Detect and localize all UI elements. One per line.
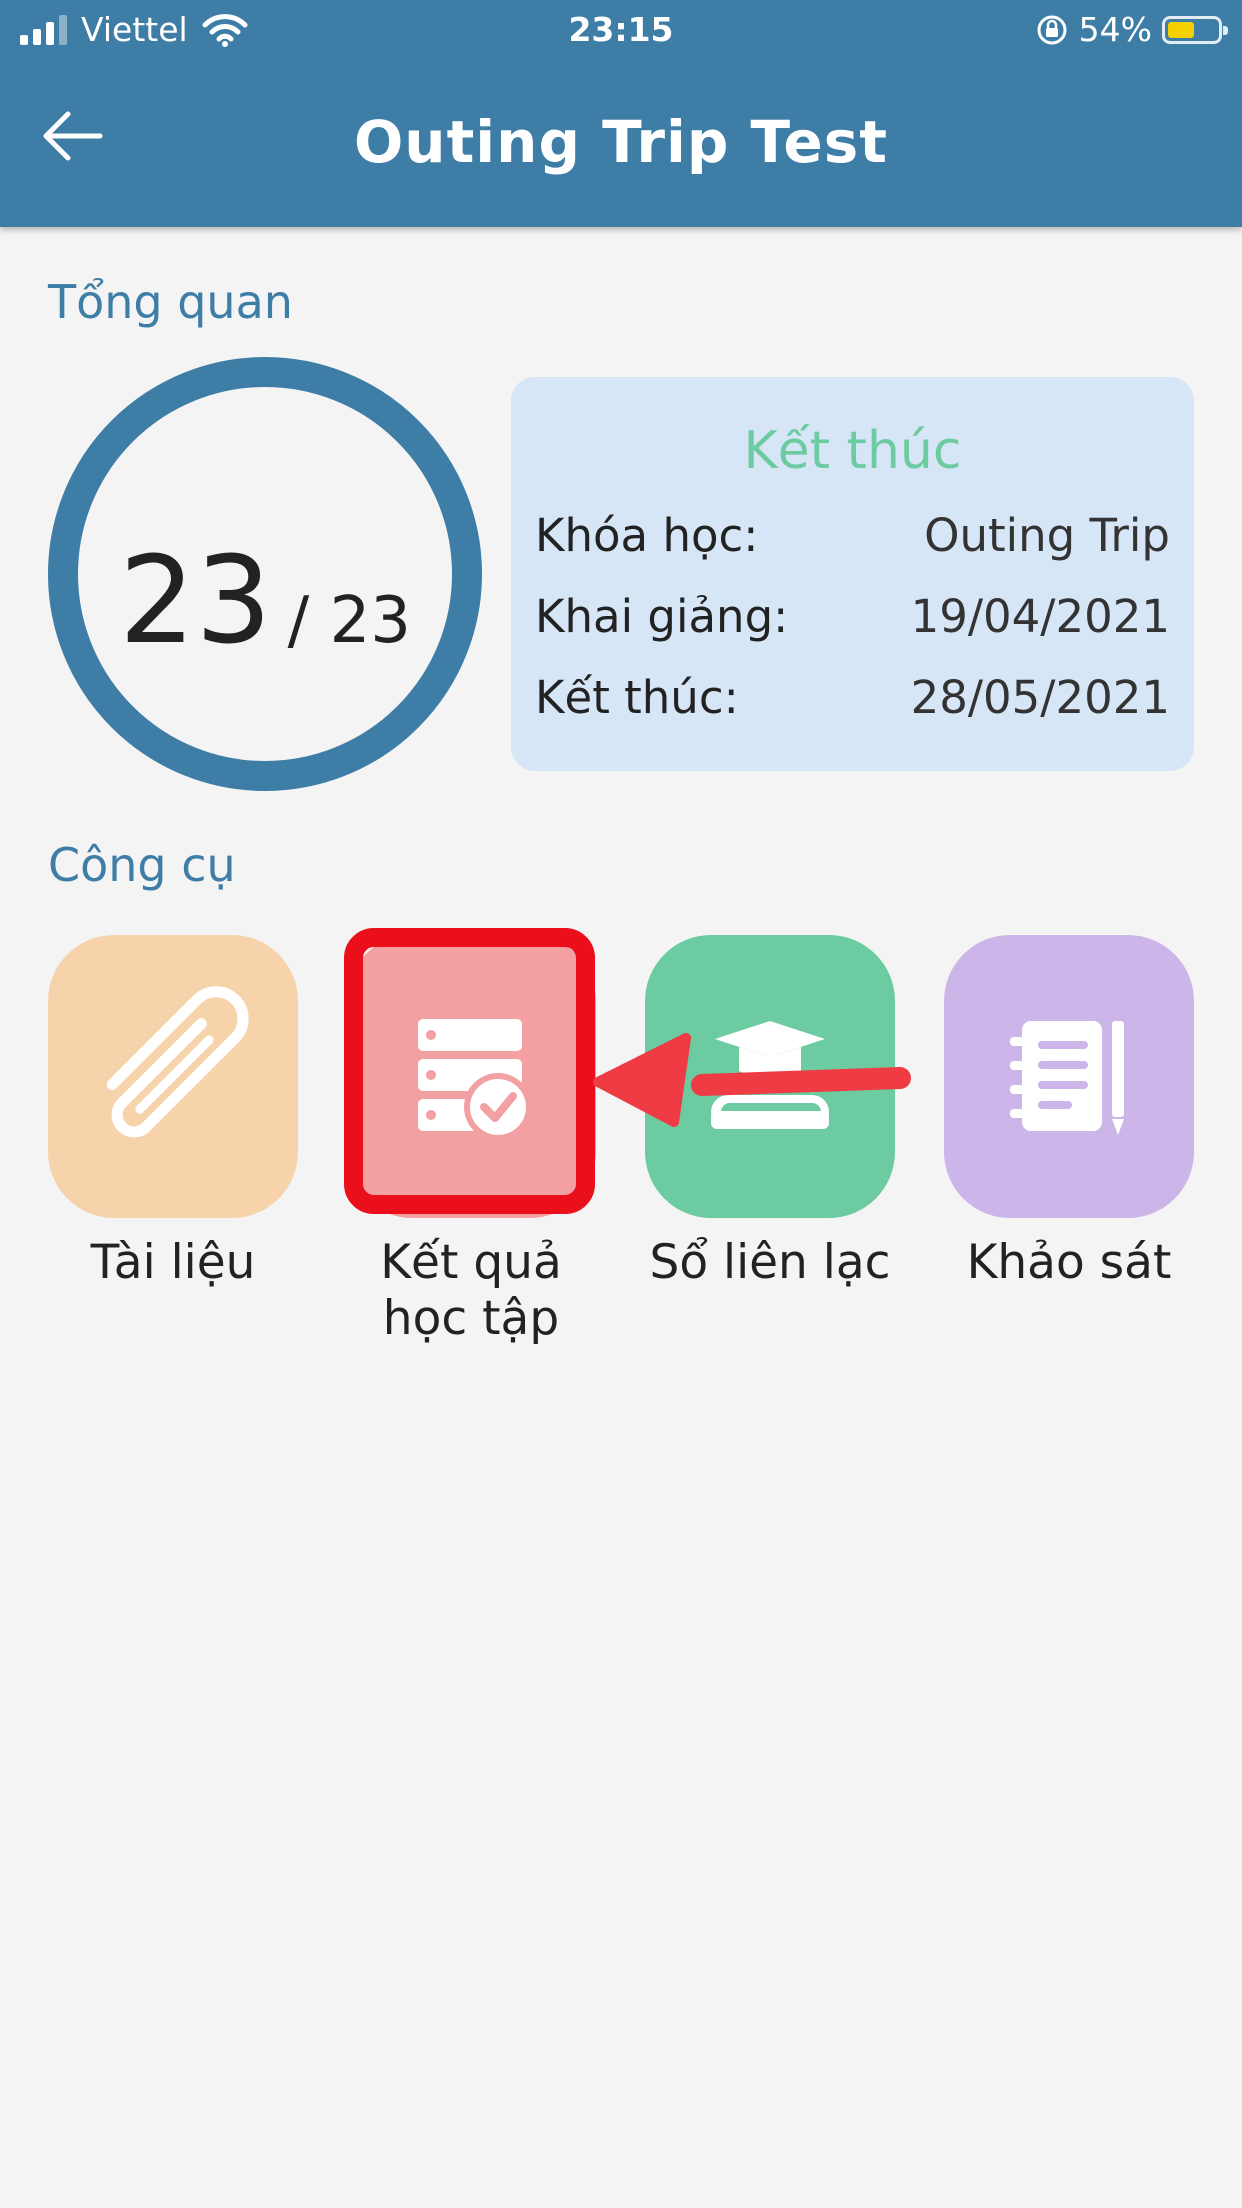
overview-section-title: Tổng quan <box>48 275 293 329</box>
tool-survey-label: Khảo sát <box>966 1235 1172 1290</box>
tool-survey-button[interactable] <box>944 935 1194 1218</box>
battery-level <box>1168 21 1194 38</box>
battery-percentage: 54% <box>1078 10 1152 49</box>
info-row-course: Khóa học: Outing Trip <box>535 509 1170 562</box>
status-bar: Viettel 23:15 54% <box>0 0 1242 62</box>
info-value: 19/04/2021 <box>910 590 1170 643</box>
rotation-lock-icon <box>1037 15 1067 44</box>
pointer-arrow-icon <box>593 1033 911 1127</box>
progress-total: / 23 <box>287 584 412 658</box>
course-info-card: Kết thúc Khóa học: Outing Trip Khai giản… <box>511 377 1194 771</box>
info-label: Khóa học: <box>535 509 759 562</box>
info-label: Khai giảng: <box>535 590 789 643</box>
tool-documents-label: Tài liệu <box>90 1235 256 1290</box>
tool-documents-button[interactable] <box>48 935 298 1218</box>
page-title: Outing Trip Test <box>353 108 889 176</box>
info-value: Outing Trip <box>924 509 1170 562</box>
highlight-box <box>344 928 595 1214</box>
progress-ring: 23/ 23 <box>48 357 482 791</box>
tool-contact-book-label: Sổ liên lạc <box>649 1235 891 1290</box>
app-header: Viettel 23:15 54% Outing Trip Test <box>0 0 1242 227</box>
notebook-icon <box>1010 1021 1124 1135</box>
info-row-end-date: Kết thúc: 28/05/2021 <box>535 671 1170 724</box>
info-value: 28/05/2021 <box>910 671 1170 724</box>
progress-completed: 23 <box>118 532 272 671</box>
info-row-start-date: Khai giảng: 19/04/2021 <box>535 590 1170 643</box>
course-status: Kết thúc <box>743 421 962 481</box>
tool-results-label: Kết quả học tập <box>380 1235 562 1346</box>
battery-icon <box>1162 15 1228 44</box>
paperclip-icon <box>106 986 249 1138</box>
tools-section-title: Công cụ <box>48 838 236 892</box>
info-label: Kết thúc: <box>535 671 739 724</box>
